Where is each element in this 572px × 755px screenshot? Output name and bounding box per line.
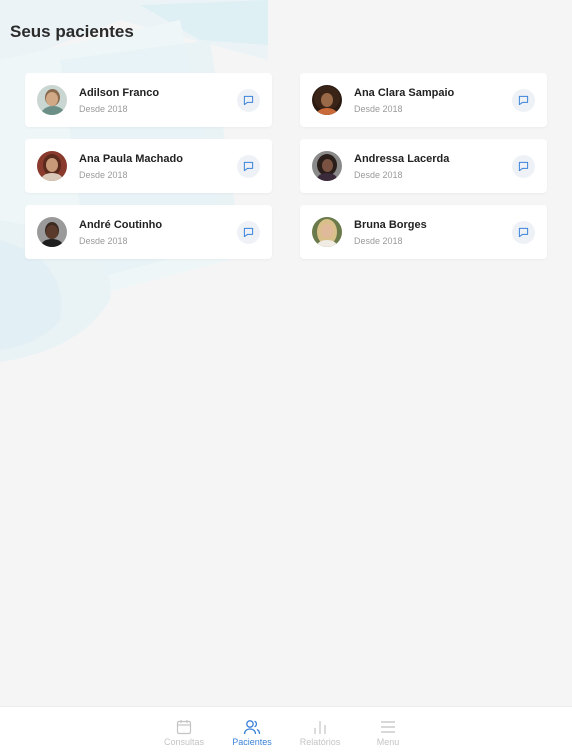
chat-icon [518,95,529,106]
message-button[interactable] [512,221,535,244]
patient-name: Andressa Lacerda [354,152,450,165]
patient-name: Adilson Franco [79,86,160,99]
avatar [312,151,342,181]
patient-since: Desde 2018 [79,103,128,114]
patient-name: Ana Paula Machado [79,152,183,165]
nav-item-consultas[interactable]: Consultas [161,719,207,755]
message-button[interactable] [237,89,260,112]
message-button[interactable] [512,89,535,112]
patient-name: André Coutinho [79,218,163,231]
page-title: Seus pacientes [10,22,134,41]
patient-since: Desde 2018 [354,103,403,114]
nav-label: Pacientes [232,737,272,747]
patient-since: Desde 2018 [354,235,403,246]
patient-card[interactable]: Andressa Lacerda Desde 2018 [300,139,547,193]
nav-label: Menu [376,737,400,747]
chat-icon [243,227,254,238]
chat-icon [518,227,529,238]
calendar-icon [176,720,192,735]
avatar [37,85,67,115]
patient-card[interactable]: Ana Clara Sampaio Desde 2018 [300,73,547,127]
users-icon [243,720,261,735]
patient-card[interactable]: Adilson Franco Desde 2018 [25,73,272,127]
avatar [37,217,67,247]
patient-since: Desde 2018 [79,169,128,180]
message-button[interactable] [512,155,535,178]
nav-item-relatorios[interactable]: Relatórios [297,719,343,755]
bar-chart-icon [314,721,326,734]
patient-card[interactable]: Ana Paula Machado Desde 2018 [25,139,272,193]
chat-icon [243,161,254,172]
message-button[interactable] [237,221,260,244]
chat-icon [518,161,529,172]
patient-name: Ana Clara Sampaio [354,86,455,99]
message-button[interactable] [237,155,260,178]
patient-card[interactable]: André Coutinho Desde 2018 [25,205,272,259]
nav-label: Relatórios [299,737,341,747]
chat-icon [243,95,254,106]
bottom-navigation: Consultas Pacientes Relatórios Menu [0,706,572,755]
avatar [312,85,342,115]
nav-label: Consultas [163,737,205,747]
avatar [37,151,67,181]
nav-item-menu[interactable]: Menu [365,719,411,755]
patient-card[interactable]: Bruna Borges Desde 2018 [300,205,547,259]
menu-icon [381,721,395,733]
patient-since: Desde 2018 [79,235,128,246]
patient-grid: Adilson Franco Desde 2018 Ana Clara Samp… [25,73,547,259]
nav-item-pacientes[interactable]: Pacientes [229,719,275,755]
avatar [312,217,342,247]
patient-since: Desde 2018 [354,169,403,180]
patient-name: Bruna Borges [354,218,427,231]
